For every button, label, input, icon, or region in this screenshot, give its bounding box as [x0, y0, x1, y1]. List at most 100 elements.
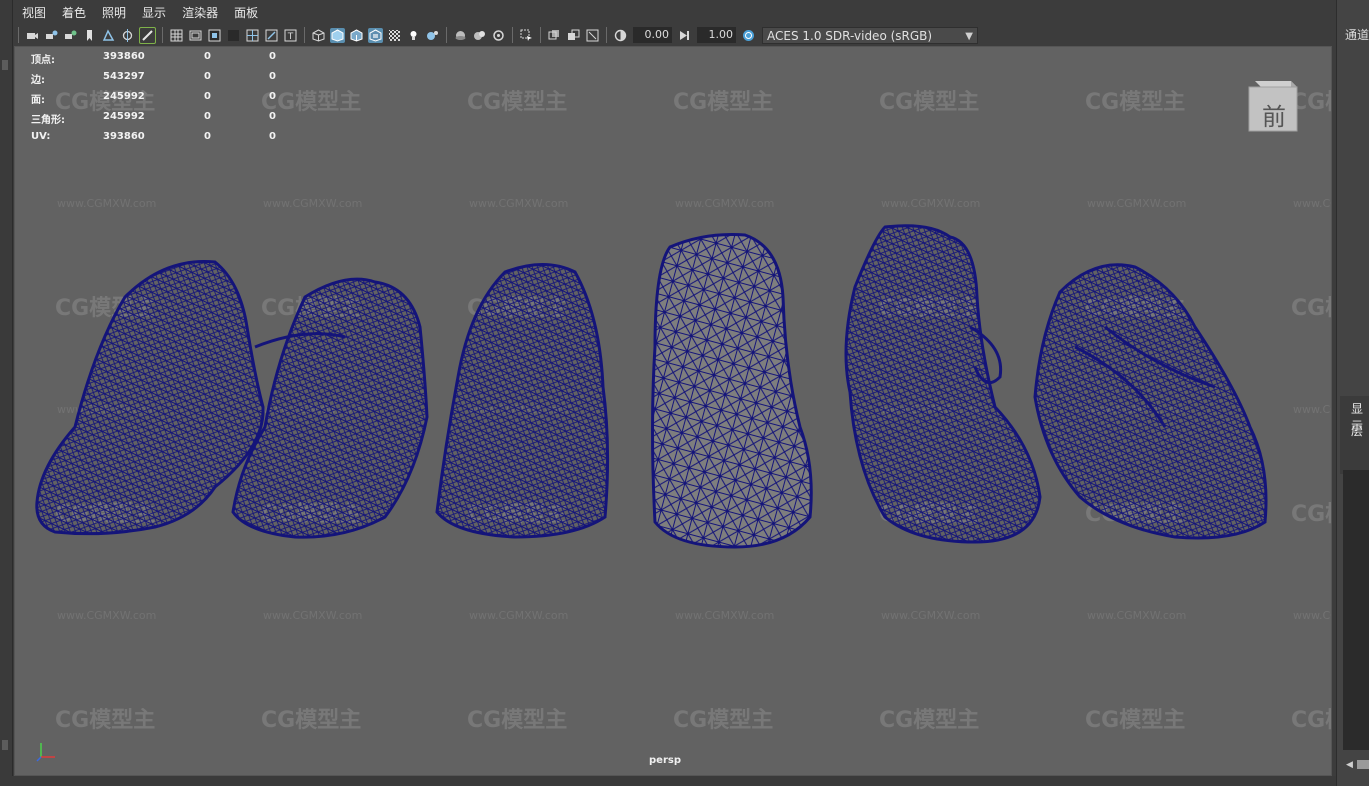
menu-lighting[interactable]: 照明 — [94, 3, 134, 23]
shoe-model-3 — [435, 263, 610, 539]
scroll-left-icon[interactable]: ◀ — [1346, 760, 1353, 770]
resolution-gate-icon[interactable] — [207, 28, 222, 43]
motion-blur-icon[interactable] — [453, 28, 468, 43]
color-mgmt-icon[interactable] — [741, 28, 756, 43]
watermark-url: www.CGMXW.com — [57, 197, 156, 210]
watermark-logo: CG模型主 — [1085, 90, 1185, 115]
anti-alias-icon[interactable] — [472, 28, 487, 43]
watermark-url: www.CGMXW.com — [675, 197, 774, 210]
wireframe-icon[interactable] — [311, 28, 326, 43]
toolbar-separator — [446, 27, 447, 43]
xray-icon[interactable] — [547, 28, 562, 43]
watermark-logo: CG模型主 — [1085, 708, 1185, 733]
watermark-url: www.CGMXW.com — [1293, 403, 1332, 416]
watermark-url: www.CGMXW.com — [263, 609, 362, 622]
watermark-url: www.CGMXW.com — [57, 609, 156, 622]
shadows-icon[interactable] — [406, 28, 421, 43]
hud-value: 0 — [204, 111, 211, 122]
exposure-field[interactable]: 0.00 — [633, 27, 672, 43]
hud-value: 0 — [269, 71, 276, 82]
isolate-select-icon[interactable] — [519, 28, 534, 43]
safe-title-icon[interactable]: T — [283, 28, 298, 43]
depth-of-field-icon[interactable] — [491, 28, 506, 43]
hud-value: 245992 — [103, 111, 145, 122]
watermark-url: www.CGMXW.com — [881, 609, 980, 622]
xray-joints-icon[interactable] — [566, 28, 581, 43]
bookmark-icon[interactable] — [82, 28, 97, 43]
chevron-down-icon: ▼ — [965, 30, 973, 42]
safe-action-icon[interactable] — [264, 28, 279, 43]
hud-value: 543297 — [103, 71, 145, 82]
viewport-scene: CG模型主 www.CGMXW.com CG模型主 www.CGMXW.com CG模型… — [35, 90, 1332, 733]
watermark-url: www.CGMXW.com — [1293, 197, 1332, 210]
gate-mask-icon[interactable] — [226, 28, 241, 43]
ambient-occlusion-icon[interactable] — [425, 28, 440, 43]
view-cube-front-label[interactable]: 前 — [1258, 97, 1290, 132]
camera-attr-icon[interactable] — [44, 28, 59, 43]
watermark-logo: CG模型主 — [1291, 708, 1332, 733]
channel-box-label[interactable]: 通道 — [1345, 26, 1369, 43]
svg-text:T: T — [287, 32, 294, 42]
lighting-icon[interactable] — [387, 28, 402, 43]
tool-handle[interactable] — [2, 60, 8, 70]
toolbar-separator — [606, 27, 607, 43]
watermark-url: www.CGMXW.com — [263, 197, 362, 210]
film-gate-icon[interactable] — [188, 28, 203, 43]
wireframe-on-shaded-icon[interactable] — [349, 28, 364, 43]
watermark-url: www.CGMXW.com — [1087, 609, 1186, 622]
hud-label: 面: — [31, 95, 45, 106]
watermark-logo: CG模型主 — [467, 90, 567, 115]
color-space-dropdown[interactable]: ACES 1.0 SDR-video (sRGB) ▼ — [762, 26, 978, 44]
hud-value: 0 — [204, 71, 211, 82]
gamma-field[interactable]: 1.00 — [697, 27, 736, 43]
exposure-icon[interactable] — [613, 28, 628, 43]
watermark-logo: CG模型主 — [467, 708, 567, 733]
toolbar-separator — [18, 27, 19, 43]
hud-label: 边: — [31, 75, 45, 86]
perspective-viewport[interactable]: CG模型主 www.CGMXW.com CG模型主 www.CGMXW.com CG模型… — [14, 46, 1332, 776]
watermark-url: www.CGMXW.com — [675, 609, 774, 622]
horizontal-scrollbar[interactable] — [1357, 760, 1369, 769]
layer-tab[interactable]: 层 — [1351, 422, 1363, 439]
hud-value: 0 — [269, 91, 276, 102]
pencil-icon[interactable] — [139, 26, 156, 44]
backface-icon[interactable] — [585, 28, 600, 43]
shoe-model-6 — [1033, 263, 1268, 540]
grid-icon[interactable] — [169, 28, 184, 43]
watermark-url: www.CGMXW.com — [881, 197, 980, 210]
panel-toolbar: T 0.00 1.00 ACES 1.0 SDR-video (sRGB) ▼ — [14, 24, 1332, 46]
field-chart-icon[interactable] — [245, 28, 260, 43]
menu-show[interactable]: 显示 — [134, 3, 174, 23]
menu-panels[interactable]: 面板 — [226, 3, 266, 23]
menu-renderer[interactable]: 渲染器 — [174, 3, 226, 23]
textured-icon[interactable] — [368, 27, 383, 43]
watermark-logo: CG模型主 — [1291, 502, 1332, 527]
menu-shading[interactable]: 着色 — [54, 3, 94, 23]
left-tool-strip — [0, 0, 13, 786]
watermark-logo: CG模型主 — [261, 90, 361, 115]
shoe-model-5 — [844, 224, 1042, 544]
menu-view[interactable]: 视图 — [14, 3, 54, 23]
hud-label: UV: — [31, 131, 51, 142]
grid-snap-icon[interactable] — [120, 28, 135, 43]
gamma-icon[interactable] — [677, 28, 692, 43]
watermark-url: www.CGMXW.com — [469, 197, 568, 210]
watermark-logo: CG模型主 — [1291, 296, 1332, 321]
smooth-shade-icon[interactable] — [330, 27, 345, 43]
watermark-logo: CG模型主 — [673, 90, 773, 115]
camera-icon[interactable] — [25, 28, 40, 43]
hud-value: 0 — [204, 91, 211, 102]
shoe-model-4 — [651, 233, 813, 549]
bookmark-cam-icon[interactable] — [63, 28, 78, 43]
axis-gizmo — [36, 743, 55, 762]
tool-handle[interactable] — [2, 740, 8, 750]
hud-value: 0 — [269, 131, 276, 142]
layer-list[interactable] — [1343, 470, 1369, 750]
watermark-logo: CG模型主 — [673, 708, 773, 733]
panel-menu-bar: 视图 着色 照明 显示 渲染器 面板 — [14, 3, 266, 23]
hud-value: 393860 — [103, 51, 145, 62]
hud-value: 0 — [204, 131, 211, 142]
maya-window: 视图 着色 照明 显示 渲染器 面板 T 0.00 1.00 ACES 1.0 … — [0, 0, 1369, 786]
image-plane-icon[interactable] — [101, 28, 116, 43]
hud-value: 0 — [204, 51, 211, 62]
